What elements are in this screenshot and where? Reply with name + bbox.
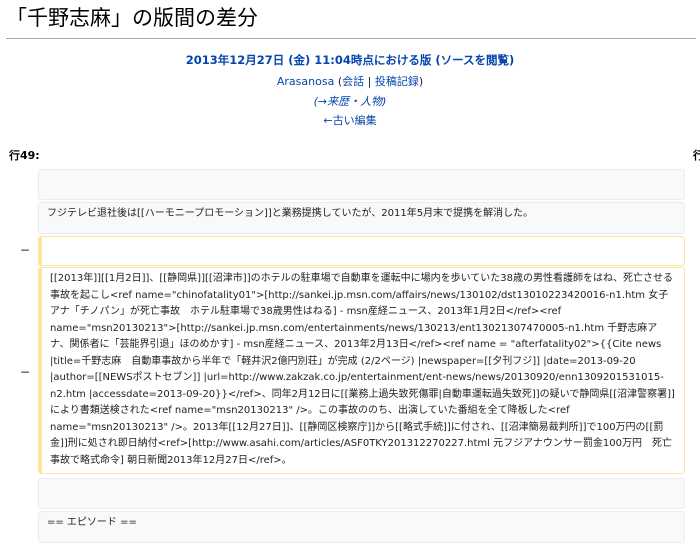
edit-summary-section-link[interactable]: (→来歴・人物)	[314, 95, 387, 108]
diff-deleted-marker: −	[20, 365, 31, 379]
user-link[interactable]: Arasanosa	[277, 75, 334, 88]
diff-deleted-row: [[2013年]][[1月2日]]、[[静岡県]][[沼津市]]のホテルの駐車場…	[38, 267, 685, 474]
revision-navigation: ←古い編集	[0, 112, 700, 129]
diff-line-number: 行49:	[9, 149, 40, 162]
previous-edit-link[interactable]: ←古い編集	[323, 114, 376, 127]
revision-title-link[interactable]: 2013年12月27日 (金) 11:04時点における版 (ソースを閲覧)	[186, 53, 515, 67]
edit-summary: (→来歴・人物)	[0, 93, 700, 110]
diff-line-number-right: 行	[693, 149, 700, 162]
page-title: 「千野志麻」の版間の差分	[6, 2, 696, 39]
diff-context-row	[38, 169, 685, 200]
diff-context-text: フジテレビ退社後は[[ハーモニープロモーション]]と業務提携していたが、2011…	[47, 208, 534, 219]
talk-link[interactable]: 会話	[342, 75, 364, 88]
diff-deleted-row	[38, 236, 685, 266]
diff-context-row	[38, 478, 685, 509]
diff-context-row: フジテレビ退社後は[[ハーモニープロモーション]]と業務提携していたが、2011…	[38, 202, 685, 234]
diff-deleted-text: [[2013年]][[1月2日]]、[[静岡県]][[沼津市]]のホテルの駐車場…	[50, 273, 675, 466]
revision-header: 2013年12月27日 (金) 11:04時点における版 (ソースを閲覧) Ar…	[0, 52, 700, 129]
revision-title: 2013年12月27日 (金) 11:04時点における版 (ソースを閲覧)	[0, 52, 700, 69]
diff-deleted-marker: −	[20, 243, 31, 257]
revision-user-line: Arasanosa (会話 | 投稿記録)	[0, 73, 700, 90]
user-tools-close: )	[418, 75, 424, 88]
contribs-link[interactable]: 投稿記録	[375, 75, 419, 88]
diff-context-row: == エピソード ==	[38, 511, 685, 543]
user-tools-separator: |	[367, 75, 372, 88]
diff-context-text: == エピソード ==	[47, 517, 137, 528]
